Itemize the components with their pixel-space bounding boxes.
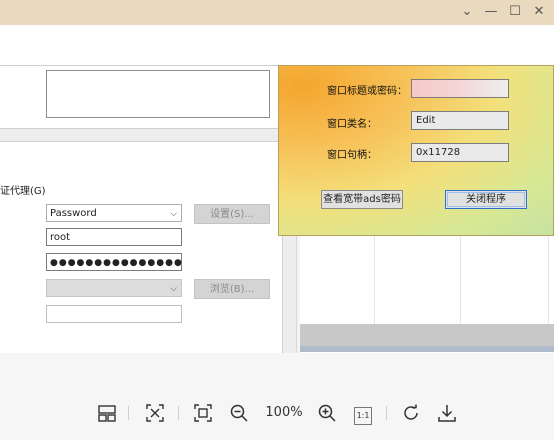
download-icon[interactable] — [436, 402, 458, 424]
zoom-level: 100% — [265, 405, 303, 420]
toolbar-divider — [386, 406, 387, 420]
key-file-select[interactable]: ⌵ — [46, 279, 182, 297]
class-name-field[interactable]: Edit — [411, 111, 509, 130]
grid-line — [460, 236, 461, 324]
header-strip — [300, 346, 554, 352]
proxy-group: 证代理(G) Password ⌵ 设置(S)... root ●●●●●●●●… — [0, 141, 283, 355]
rotate-icon[interactable] — [400, 402, 422, 424]
description-box — [0, 65, 283, 129]
browse-button[interactable]: 浏览(B)... — [194, 279, 270, 299]
title-or-password-label: 窗口标题或密码： — [327, 86, 407, 97]
canvas-top — [0, 25, 554, 65]
close-button[interactable]: ✕ — [528, 2, 550, 22]
proxy-auth-label: 证代理(G) — [0, 186, 46, 197]
status-strip — [300, 324, 554, 346]
view-ads-password-button[interactable]: 查看宽带ads密码 — [321, 190, 403, 209]
title-or-password-field[interactable] — [411, 79, 509, 98]
title-bar: ⌄ — ☐ ✕ — [0, 0, 554, 25]
class-name-label: 窗口类名： — [327, 119, 377, 130]
grid-line — [374, 236, 375, 324]
chevron-down-icon: ⌵ — [170, 284, 177, 294]
password-field[interactable]: ●●●●●●●●●●●●●●● — [46, 253, 182, 271]
connection-settings-panel: 证代理(G) Password ⌵ 设置(S)... root ●●●●●●●●… — [0, 65, 300, 355]
collapse-icon[interactable]: ⌄ — [456, 2, 478, 22]
actual-size-icon[interactable]: 1:1 — [352, 402, 374, 425]
toolbar-divider — [128, 406, 129, 420]
close-program-button[interactable]: 关闭程序 — [445, 190, 527, 209]
maximize-button[interactable]: ☐ — [504, 2, 526, 22]
handle-label: 窗口句柄： — [327, 150, 377, 161]
viewer-toolbar: 100% 1:1 — [0, 353, 554, 440]
handle-field[interactable]: 0x11728 — [411, 143, 509, 162]
description-textarea[interactable] — [46, 70, 270, 118]
actual-size-label: 1:1 — [354, 407, 372, 425]
password-viewer-dialog: 窗口标题或密码： 窗口类名： Edit 窗口句柄： 0x11728 查看宽带ad… — [278, 65, 554, 236]
settings-button[interactable]: 设置(S)... — [194, 204, 270, 224]
zoom-in-icon[interactable] — [316, 402, 338, 424]
fit-window-icon[interactable] — [144, 402, 166, 424]
username-field[interactable]: root — [46, 228, 182, 246]
right-content-area — [300, 236, 554, 324]
zoom-out-icon[interactable] — [228, 402, 250, 424]
grid-line — [548, 236, 549, 324]
minimize-button[interactable]: — — [480, 2, 502, 22]
toolbar-divider — [178, 406, 179, 420]
thumbnails-icon[interactable] — [96, 402, 118, 424]
fullscreen-icon[interactable] — [192, 402, 214, 424]
auth-type-select[interactable]: Password ⌵ — [46, 204, 182, 222]
chevron-down-icon: ⌵ — [170, 209, 177, 219]
passphrase-field[interactable] — [46, 305, 182, 323]
auth-type-value: Password — [50, 208, 97, 219]
